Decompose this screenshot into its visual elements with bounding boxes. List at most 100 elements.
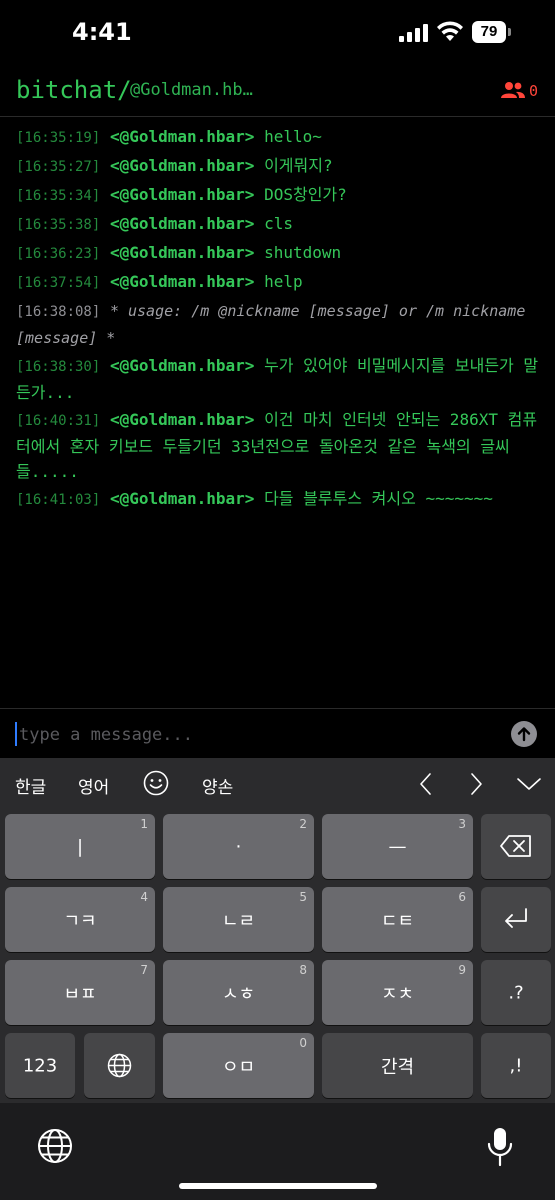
send-button[interactable] (511, 721, 537, 747)
message-time: [16:35:27] (16, 159, 101, 175)
key-label: .? (508, 982, 524, 1003)
emoji-icon[interactable] (143, 770, 169, 796)
app-title[interactable]: bitchat/ (16, 76, 132, 104)
key-6[interactable]: 6 ㄷㅌ (322, 887, 473, 952)
battery-nub (508, 28, 511, 36)
message-time: [16:38:30] (16, 359, 101, 375)
numbers-key[interactable]: 123 (5, 1033, 75, 1098)
return-button[interactable] (481, 887, 551, 952)
chevron-right-icon[interactable] (467, 772, 485, 796)
space-key[interactable]: 간격 (322, 1033, 473, 1098)
key-number: 7 (140, 963, 148, 977)
message-text: help (264, 272, 303, 291)
message-text: cls (264, 214, 293, 233)
backspace-button[interactable] (481, 814, 551, 879)
key-number: 6 (458, 890, 466, 904)
key-number: 5 (299, 890, 307, 904)
message-text: 다들 블루투스 켜시오 ~~~~~~~ (264, 489, 493, 508)
two-hand-mode-button[interactable]: 양손 (202, 773, 233, 798)
peer-count: 0 (529, 82, 539, 100)
key-label: 123 (22, 1055, 58, 1076)
key-label: ㄱㅋ (63, 910, 97, 932)
key-label: · (235, 836, 242, 857)
backspace-icon (500, 835, 531, 857)
chat-message: [16:35:38] <@Goldman.hbar> cls (16, 211, 541, 238)
message-time: [16:35:38] (16, 217, 101, 233)
status-time: 4:41 (72, 18, 132, 46)
key-number: 1 (140, 817, 148, 831)
message-time: [16:35:19] (16, 130, 101, 146)
key-number: 8 (299, 963, 307, 977)
globe-icon[interactable] (37, 1128, 73, 1164)
keyboard: 한글 영어 양손 1 | 2 · 3— 4 ㄱㅋ 5 ㄴㄹ 6 ㄷㅌ 7 ㅂㅍ … (0, 758, 555, 1200)
chat-message: [16:38:30] <@Goldman.hbar> 누가 있어야 비밀메시지를… (16, 353, 541, 405)
message-nick[interactable]: <@Goldman.hbar> (110, 272, 255, 291)
message-text: 이게뭐지? (264, 156, 333, 175)
key-label: ㄴㄹ (221, 910, 256, 932)
key-number: 2 (299, 817, 307, 831)
key-8[interactable]: 8 ㅅㅎ (163, 960, 314, 1025)
message-time: [16:38:08] (16, 304, 101, 320)
chat-message: [16:40:31] <@Goldman.hbar> 이건 마치 인터넷 안되는… (16, 407, 541, 484)
key-label: ,! (509, 1055, 523, 1076)
home-indicator[interactable] (179, 1183, 377, 1189)
punctuation-key-2[interactable]: ,! (481, 1033, 551, 1098)
key-label: ㄷㅌ (380, 910, 415, 932)
cellular-signal-icon (399, 24, 429, 42)
key-label: ㅂㅍ (63, 983, 97, 1005)
key-label: 간격 (380, 1056, 415, 1078)
key-label: ㅅㅎ (221, 983, 256, 1005)
message-nick[interactable]: <@Goldman.hbar> (110, 356, 255, 375)
chat-message: [16:35:27] <@Goldman.hbar> 이게뭐지? (16, 153, 541, 180)
key-label: — (388, 836, 407, 857)
chat-message: [16:37:54] <@Goldman.hbar> help (16, 269, 541, 296)
return-icon (505, 908, 527, 928)
key-number: 0 (299, 1036, 307, 1050)
key-label: ㅈㅊ (380, 983, 415, 1005)
english-mode-button[interactable]: 영어 (78, 773, 109, 798)
message-time: [16:40:31] (16, 413, 101, 429)
message-nick[interactable]: <@Goldman.hbar> (110, 127, 255, 146)
wifi-icon (437, 21, 463, 41)
people-icon (501, 82, 525, 98)
key-9[interactable]: 9 ㅈㅊ (322, 960, 473, 1025)
message-input[interactable] (17, 719, 501, 751)
message-nick[interactable]: <@Goldman.hbar> (110, 156, 255, 175)
message-text: shutdown (264, 243, 342, 262)
key-number: 9 (458, 963, 466, 977)
chat-message: [16:35:19] <@Goldman.hbar> hello~ (16, 124, 541, 151)
key-1[interactable]: 1 | (5, 814, 155, 879)
keyboard-toolbar: 한글 영어 양손 (0, 758, 555, 810)
arrow-up-icon (517, 727, 531, 742)
chat-message: [16:35:34] <@Goldman.hbar> DOS창인가? (16, 182, 541, 209)
globe-key[interactable] (84, 1033, 155, 1098)
chat-message: [16:41:03] <@Goldman.hbar> 다들 블루투스 켜시오 ~… (16, 486, 541, 513)
system-message: [16:38:08] * usage: /m @nickname [messag… (16, 298, 541, 351)
message-nick[interactable]: <@Goldman.hbar> (110, 410, 255, 429)
microphone-icon[interactable] (486, 1127, 514, 1167)
punctuation-key[interactable]: .? (481, 960, 551, 1025)
message-time: [16:35:34] (16, 188, 101, 204)
chat-log[interactable]: [16:35:19] <@Goldman.hbar> hello~ [16:35… (16, 124, 541, 515)
key-5[interactable]: 5 ㄴㄹ (163, 887, 314, 952)
key-4[interactable]: 4 ㄱㅋ (5, 887, 155, 952)
chevron-down-icon[interactable] (516, 776, 542, 792)
message-text: hello~ (264, 127, 322, 146)
message-input-bar (0, 708, 555, 759)
key-3[interactable]: 3— (322, 814, 473, 879)
app-header: bitchat/ @Goldman.hb… 0 (0, 64, 555, 117)
nickname-field[interactable]: @Goldman.hb… (130, 80, 253, 100)
message-nick[interactable]: <@Goldman.hbar> (110, 185, 255, 204)
message-nick[interactable]: <@Goldman.hbar> (110, 214, 255, 233)
message-time: [16:37:54] (16, 275, 101, 291)
key-7[interactable]: 7 ㅂㅍ (5, 960, 155, 1025)
chevron-left-icon[interactable] (417, 772, 435, 796)
chat-message: [16:36:23] <@Goldman.hbar> shutdown (16, 240, 541, 267)
globe-icon (107, 1053, 132, 1078)
key-0[interactable]: 0 ㅇㅁ (163, 1033, 314, 1098)
key-2[interactable]: 2 · (163, 814, 314, 879)
message-time: [16:36:23] (16, 246, 101, 262)
message-nick[interactable]: <@Goldman.hbar> (110, 489, 255, 508)
korean-mode-button[interactable]: 한글 (15, 773, 46, 798)
message-nick[interactable]: <@Goldman.hbar> (110, 243, 255, 262)
